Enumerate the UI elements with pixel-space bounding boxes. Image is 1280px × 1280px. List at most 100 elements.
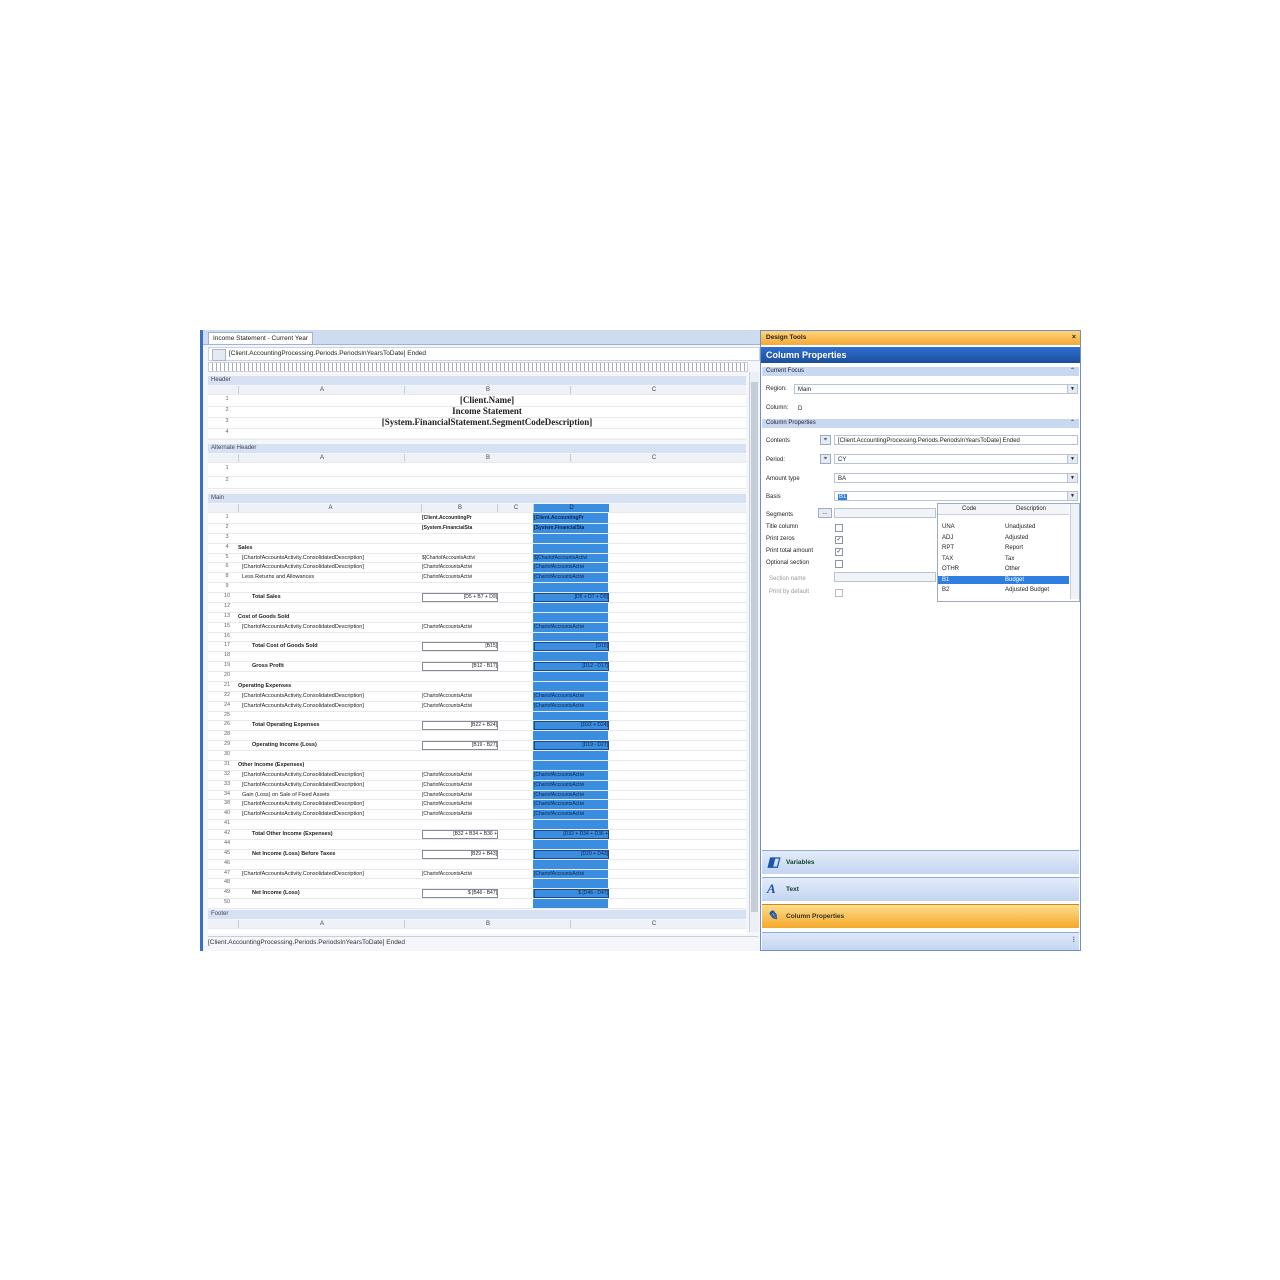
column-header-c[interactable]: C [497, 504, 534, 512]
cell-a[interactable]: Operating Expenses [238, 681, 418, 691]
cell-a[interactable] [242, 533, 418, 543]
column-header-b[interactable]: B [404, 920, 571, 928]
cell-b[interactable]: [ChartofAccountsActivi [422, 809, 496, 819]
list-item[interactable]: B2 Adjusted Budget [938, 586, 1069, 594]
cell-b[interactable]: [ChartofAccountsActivi [422, 799, 496, 809]
list-item[interactable]: TAX Tax [938, 555, 1069, 563]
cell-a[interactable] [242, 671, 418, 681]
cell-b[interactable] [422, 612, 496, 622]
list-item[interactable]: B1 Budget [938, 575, 1069, 584]
close-icon[interactable]: × [1072, 331, 1076, 345]
cell-a[interactable]: [ChartofAccountsActivity.ConsolidatedDes… [242, 780, 418, 790]
cell-d[interactable] [534, 602, 607, 612]
cell-a[interactable]: Less Returns and Allowances [242, 572, 418, 582]
cell-b[interactable]: [D5 + B7 + D9] [422, 593, 498, 602]
column-header-d[interactable]: D [533, 504, 609, 512]
cell-d[interactable]: $ [D46 - D47] [534, 889, 609, 899]
formula-icon[interactable] [212, 349, 226, 361]
cell-b[interactable] [422, 533, 496, 543]
cell-d[interactable]: [ChartofAccountsActivi [534, 809, 607, 819]
cell-a[interactable] [242, 859, 418, 869]
column-header-a[interactable]: A [238, 920, 405, 928]
header-cell[interactable]: [Client.Name] [238, 395, 736, 405]
title-column-checkbox[interactable] [835, 524, 843, 532]
cell-b[interactable] [422, 878, 496, 888]
cell-d[interactable] [534, 533, 607, 543]
cell-d[interactable] [534, 612, 607, 622]
cell-d[interactable]: [ChartofAccountsActivi [534, 780, 607, 790]
cell-a[interactable] [242, 898, 418, 908]
cell-b[interactable] [422, 543, 496, 553]
cell-a[interactable] [242, 651, 418, 661]
cell-a[interactable] [242, 839, 418, 849]
scrollbar-thumb[interactable] [751, 382, 758, 912]
basis-dropdown-list[interactable]: Code Description UNA Unadjusted ADJ Adjuste… [937, 503, 1080, 602]
cell-d[interactable] [534, 632, 607, 642]
cell-b[interactable] [422, 898, 496, 908]
print-zeros-checkbox[interactable]: ✓ [835, 536, 843, 544]
table-row[interactable]: 4 [208, 428, 746, 440]
list-item[interactable]: OTHR Other [938, 565, 1069, 573]
pane-footer-bar[interactable]: ⁝ [762, 932, 1079, 950]
cell-a[interactable]: [ChartofAccountsActivity.ConsolidatedDes… [242, 691, 418, 701]
column-header-b[interactable]: B [421, 504, 498, 512]
column-header-a[interactable]: A [238, 386, 405, 394]
chevron-down-icon[interactable]: ▼ [1067, 455, 1077, 463]
cell-d[interactable]: [D5 + D7 + D9] [534, 593, 609, 602]
cell-a[interactable]: [ChartofAccountsActivity.ConsolidatedDes… [242, 622, 418, 632]
cell-d[interactable]: [D29 + D43] [534, 849, 609, 859]
cell-b[interactable] [422, 859, 496, 869]
cell-a[interactable]: Net Income (Loss) Before Taxes [252, 849, 418, 859]
basis-list-scrollbar[interactable] [1070, 504, 1079, 599]
cell-d[interactable] [534, 651, 607, 661]
chevron-down-icon[interactable]: ▼ [1067, 385, 1077, 393]
cell-a[interactable]: [ChartofAccountsActivity.ConsolidatedDes… [242, 799, 418, 809]
column-header-c[interactable]: C [570, 386, 737, 394]
header-cell[interactable] [238, 428, 736, 438]
cell-a[interactable]: Gain (Loss) on Sale of Fixed Assets [242, 790, 418, 800]
cell-d[interactable]: [ChartofAccountsActivi [534, 691, 607, 701]
cell-a[interactable]: Total Cost of Goods Sold [252, 641, 418, 651]
column-properties-header[interactable]: Column Properties ⌃ [762, 419, 1079, 428]
cell-d[interactable] [534, 730, 607, 740]
column-header-c[interactable]: C [570, 454, 737, 462]
period-lookup-button[interactable]: ⌖ [820, 454, 831, 464]
cell-b[interactable] [422, 602, 496, 612]
alternate-header-grid[interactable]: A B C 1 2 [208, 454, 746, 490]
cell-d[interactable] [534, 750, 607, 760]
list-item[interactable]: UNA Unadjusted [938, 523, 1069, 531]
cell-a[interactable]: Gross Profit [252, 661, 418, 671]
cell-a[interactable] [242, 730, 418, 740]
basis-select[interactable]: B1 ▼ [834, 491, 1078, 501]
cell-d[interactable] [534, 878, 607, 888]
cell-a[interactable] [242, 632, 418, 642]
cell-a[interactable]: [ChartofAccountsActivity.ConsolidatedDes… [242, 553, 418, 563]
cell-b[interactable] [422, 582, 496, 592]
cell-a[interactable]: Other Income (Expenses) [238, 760, 418, 770]
vertical-scrollbar[interactable] [749, 372, 759, 932]
cell-a[interactable]: [ChartofAccountsActivity.ConsolidatedDes… [242, 809, 418, 819]
cell-b[interactable]: [ChartofAccountsActivi [422, 622, 496, 632]
cell-a[interactable]: Total Other Income (Expenses) [252, 829, 418, 839]
cell-b[interactable]: [Client.AccountingPr [422, 513, 496, 523]
header-cell[interactable]: [System.FinancialStatement.SegmentCodeDe… [238, 417, 736, 427]
list-item[interactable]: RPT Report [938, 544, 1069, 552]
cell-d[interactable]: [ChartofAccountsActivi [534, 799, 607, 809]
formula-bar[interactable]: [Client.AccountingProcessing.Periods.Per… [208, 347, 760, 361]
cell-a[interactable]: Total Operating Expenses [252, 720, 418, 730]
column-header-b[interactable]: B [404, 454, 571, 462]
cell-b[interactable] [422, 760, 496, 770]
cell-a[interactable] [242, 878, 418, 888]
cell-b[interactable]: [ChartofAccountsActivi [422, 790, 496, 800]
cell-d[interactable]: [ChartofAccountsActivi [534, 869, 607, 879]
cell-b[interactable]: $ [B46 - B47] [422, 889, 498, 899]
column-header-c[interactable]: C [570, 920, 737, 928]
tab-income-statement[interactable]: Income Statement - Current Year [208, 332, 314, 344]
column-header-a[interactable]: A [238, 454, 405, 462]
list-item[interactable]: ADJ Adjusted [938, 534, 1069, 542]
cell-d[interactable]: [D32 + D34 + D36 + [534, 830, 609, 839]
cell-a[interactable]: Operating Income (Loss) [252, 740, 418, 750]
column-header-b[interactable]: B [404, 386, 571, 394]
cell-b[interactable]: $[ChartofAccountsActivi [422, 553, 496, 563]
cell-b[interactable]: [B22 + B24] [422, 721, 498, 731]
